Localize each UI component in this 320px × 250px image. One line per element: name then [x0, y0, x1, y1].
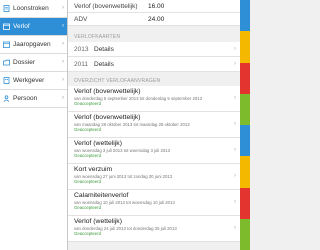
- sidebar-item-label: Persoon: [13, 95, 38, 102]
- leave-request[interactable]: Verlof (bovenwettelijk) van donderdag 5 …: [68, 86, 240, 112]
- section-header-aanvragen: OVERZICHT VERLOFAANVRAGEN: [74, 78, 161, 84]
- summary-value: 16.00: [148, 2, 165, 10]
- section-header-verlofkaarten: VERLOFKAARTEN: [74, 34, 121, 40]
- main-panel: Verlof (bovenwettelijk) 16.00 ADV 24.00 …: [68, 0, 240, 250]
- color-stripe-segment: [240, 187, 250, 219]
- chevron-right-icon: ›: [62, 41, 64, 47]
- verlofkaart-row[interactable]: 2011 Details ›: [68, 57, 240, 72]
- verlofkaart-details: Details: [94, 45, 114, 53]
- leave-title: Verlof (wettelijk): [74, 140, 122, 147]
- verlofkaart-year: 2011: [74, 60, 88, 68]
- leave-status: Geaccepteerd: [74, 231, 101, 236]
- chevron-right-icon: ›: [62, 95, 64, 101]
- leave-request[interactable]: Verlof (wettelijk) van donderdag 24 juli…: [68, 216, 240, 242]
- leave-status: Geaccepteerd: [74, 205, 101, 210]
- chevron-right-icon: ›: [234, 173, 236, 179]
- sidebar-item-label: Dossier: [13, 59, 36, 66]
- chevron-right-icon: ›: [234, 121, 236, 127]
- chevron-right-icon: ›: [62, 23, 64, 29]
- leave-title: Verlof (bovenwettelijk): [74, 88, 141, 95]
- color-stripe: [240, 0, 250, 250]
- leave-status: Geaccepteerd: [74, 179, 101, 184]
- person-icon: [3, 95, 10, 102]
- leave-request[interactable]: Verlof (bovenwettelijk) van maandag 28 o…: [68, 112, 240, 138]
- leave-title: Calamiteitenverlof: [74, 192, 129, 199]
- sidebar-item-label: Loonstroken: [13, 5, 49, 12]
- chevron-right-icon: ›: [234, 61, 236, 67]
- color-stripe-segment: [240, 125, 250, 157]
- leave-icon: [3, 23, 10, 30]
- chevron-right-icon: ›: [62, 5, 64, 11]
- leave-request[interactable]: Calamiteitenverlof van woensdag 10 juli …: [68, 190, 240, 216]
- summary-label: ADV: [74, 15, 88, 23]
- chevron-right-icon: ›: [234, 46, 236, 52]
- calendar-icon: [3, 41, 10, 48]
- leave-title: Kort verzuim: [74, 166, 113, 173]
- chevron-right-icon: ›: [62, 59, 64, 65]
- chevron-right-icon: ›: [234, 147, 236, 153]
- color-stripe-segment: [240, 156, 250, 188]
- summary-label: Verlof (bovenwettelijk): [74, 2, 138, 10]
- sidebar-item-label: Werkgever: [13, 77, 45, 84]
- leave-request[interactable]: Verlof (wettelijk) van woensdag 3 juli 2…: [68, 138, 240, 164]
- summary-value: 24.00: [148, 15, 165, 23]
- building-icon: [3, 77, 10, 84]
- color-stripe-segment: [240, 62, 250, 94]
- sidebar-item-jaaropgaven[interactable]: Jaaropgaven ›: [0, 36, 67, 54]
- sidebar-item-dossier[interactable]: Dossier ›: [0, 54, 67, 72]
- summary-row: Verlof (bovenwettelijk) 16.00: [68, 0, 240, 13]
- leave-status: Geaccepteerd: [74, 153, 101, 158]
- sidebar-item-verlof[interactable]: Verlof ›: [0, 18, 67, 36]
- document-icon: [3, 5, 10, 12]
- verlofkaart-year: 2013: [74, 45, 89, 53]
- color-stripe-segment: [240, 31, 250, 63]
- chevron-right-icon: ›: [234, 225, 236, 231]
- folder-icon: [3, 59, 10, 66]
- leave-request[interactable]: Kort verzuim van woensdag 27 juni 2013 t…: [68, 164, 240, 190]
- sidebar-item-loonstroken[interactable]: Loonstroken ›: [0, 0, 67, 18]
- color-stripe-segment: [240, 0, 250, 32]
- sidebar-item-werkgever[interactable]: Werkgever ›: [0, 72, 67, 90]
- chevron-right-icon: ›: [234, 95, 236, 101]
- leave-title: Verlof (bovenwettelijk): [74, 114, 141, 121]
- verlofkaart-details: Details: [94, 60, 114, 68]
- verlofkaart-row[interactable]: 2013 Details ›: [68, 42, 240, 57]
- chevron-right-icon: ›: [234, 199, 236, 205]
- color-stripe-segment: [240, 218, 250, 250]
- leave-status: Geaccepteerd: [74, 127, 101, 132]
- color-stripe-segment: [240, 93, 250, 125]
- leave-title: Verlof (wettelijk): [74, 218, 122, 225]
- chevron-right-icon: ›: [62, 77, 64, 83]
- sidebar-item-persoon[interactable]: Persoon ›: [0, 90, 67, 108]
- sidebar-item-label: Verlof: [13, 23, 30, 30]
- sidebar-item-label: Jaaropgaven: [13, 41, 51, 48]
- sidebar: Loonstroken › Verlof › Jaaropgaven › Dos…: [0, 0, 68, 250]
- leave-status: Geaccepteerd: [74, 101, 101, 106]
- summary-row: ADV 24.00: [68, 13, 240, 26]
